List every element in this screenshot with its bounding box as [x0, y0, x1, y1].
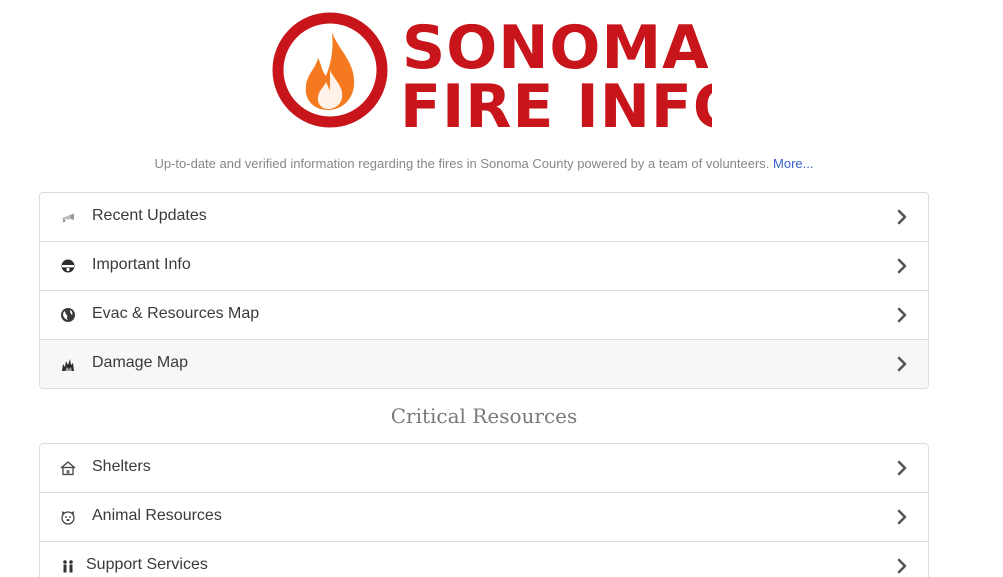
- fire-icon: [60, 356, 76, 372]
- chevron-right-icon: [896, 307, 908, 323]
- menu-item-important-info[interactable]: Important Info: [40, 242, 928, 291]
- chevron-right-icon: [896, 509, 908, 525]
- menu-item-evac-map[interactable]: Evac & Resources Map: [40, 291, 928, 340]
- menu-item-label: Shelters: [92, 458, 151, 475]
- tagline: Up-to-date and verified information rega…: [0, 156, 968, 171]
- chevron-right-icon: [896, 209, 908, 225]
- menu-item-label: Animal Resources: [92, 507, 222, 524]
- globe-icon: [60, 307, 76, 323]
- megaphone-icon: [60, 209, 76, 225]
- critical-resources-heading: Critical Resources: [390, 404, 578, 428]
- main-menu: Recent Updates Important Info Evac & Res…: [39, 192, 929, 389]
- menu-item-label: Support Services: [86, 556, 208, 573]
- menu-item-label: Damage Map: [92, 354, 189, 371]
- people-icon: [60, 558, 76, 574]
- dog-icon: [60, 509, 76, 525]
- site-logo[interactable]: SONOMA FIRE INFO: [272, 10, 712, 132]
- chevron-right-icon: [896, 258, 908, 274]
- chevron-right-icon: [896, 356, 908, 372]
- chevron-right-icon: [896, 558, 908, 574]
- menu-item-support-services[interactable]: Support Services: [40, 542, 928, 577]
- more-link[interactable]: More...: [773, 156, 813, 171]
- menu-item-recent-updates[interactable]: Recent Updates: [40, 193, 928, 242]
- house-icon: [60, 460, 76, 476]
- helmet-icon: [60, 258, 76, 274]
- menu-item-damage-map[interactable]: Damage Map: [40, 340, 928, 388]
- menu-item-label: Recent Updates: [92, 207, 207, 224]
- critical-resources-menu: Shelters Animal Resources Support Servic…: [39, 443, 929, 577]
- logo-line2: FIRE INFO: [400, 72, 712, 132]
- page: SONOMA FIRE INFO Up-to-date and verified…: [0, 0, 1003, 577]
- tagline-text: Up-to-date and verified information rega…: [154, 156, 770, 171]
- menu-item-label: Evac & Resources Map: [92, 305, 260, 322]
- chevron-right-icon: [896, 460, 908, 476]
- menu-item-animal-resources[interactable]: Animal Resources: [40, 493, 928, 542]
- menu-item-label: Important Info: [92, 256, 191, 273]
- menu-item-shelters[interactable]: Shelters: [40, 444, 928, 493]
